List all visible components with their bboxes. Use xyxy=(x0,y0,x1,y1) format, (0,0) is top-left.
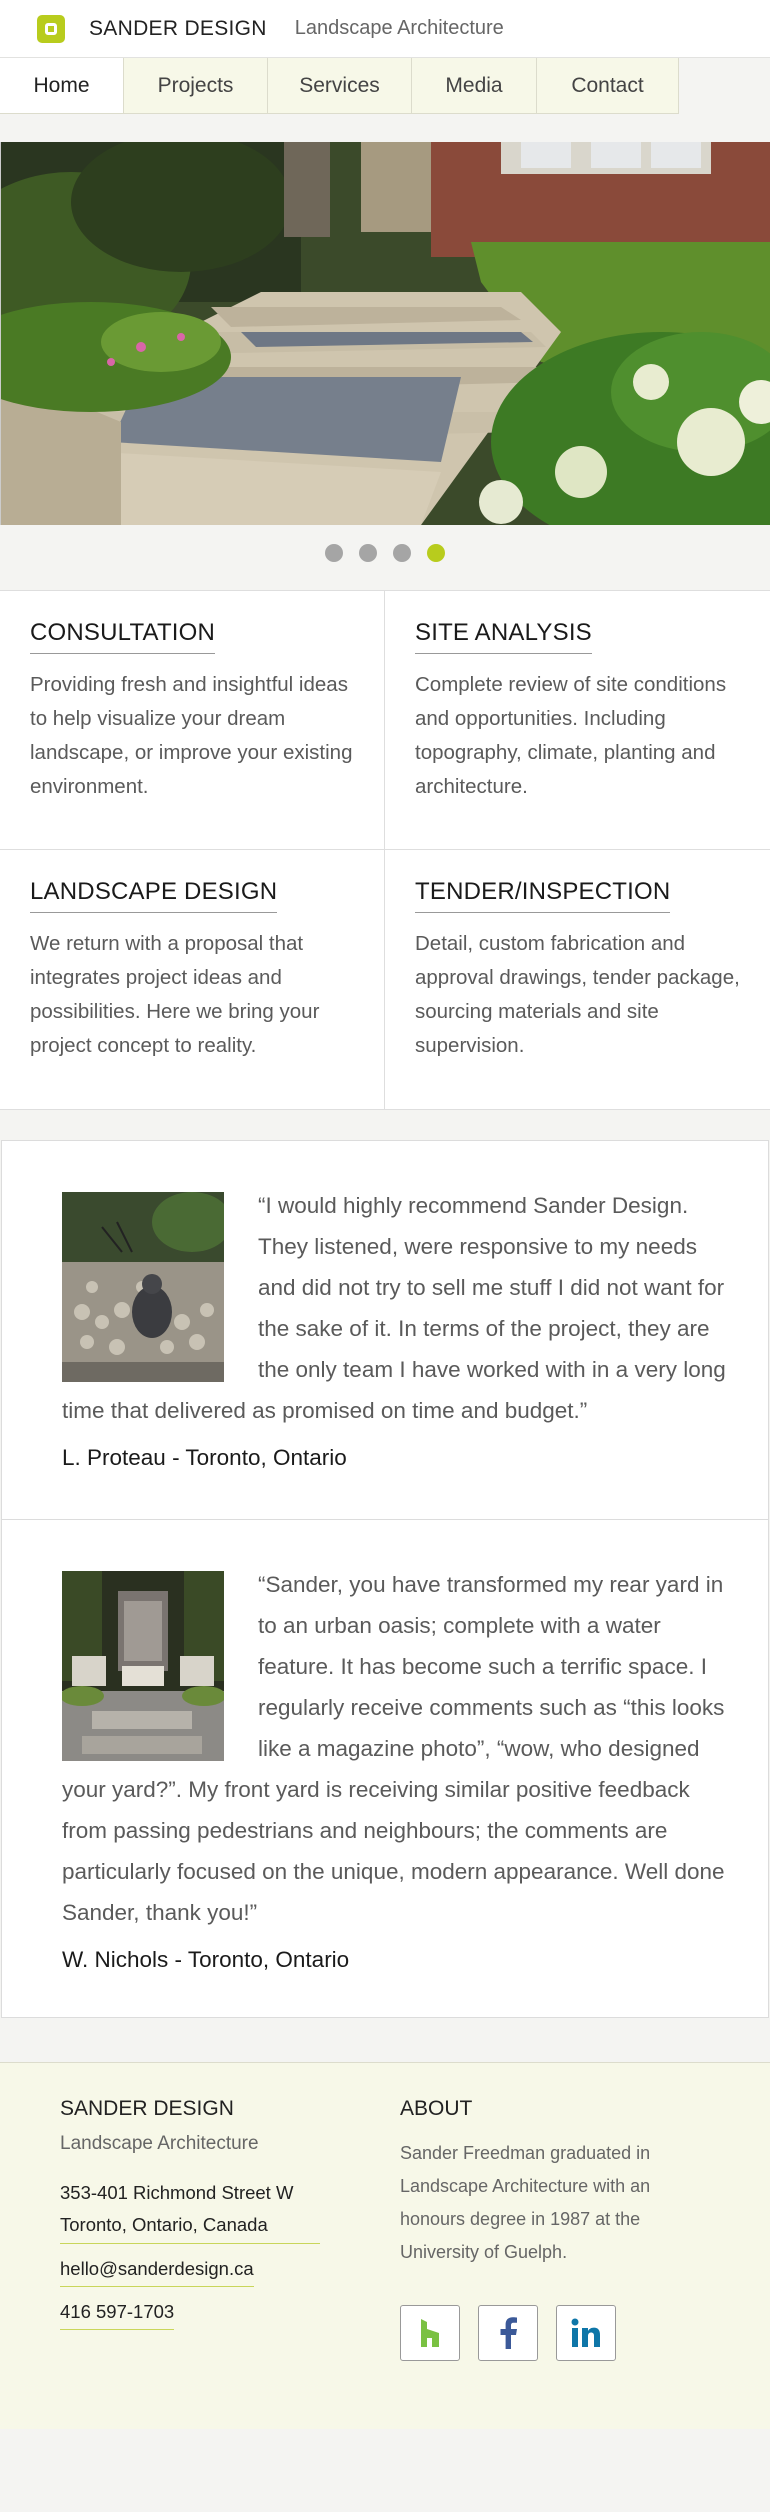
nav-item-projects[interactable]: Projects xyxy=(124,58,268,114)
service-description: Providing fresh and insightful ideas to … xyxy=(30,673,353,798)
footer-contact: SANDER DESIGN Landscape Architecture 353… xyxy=(60,2097,400,2429)
testimonials-section: “I would highly recommend Sander Design.… xyxy=(1,1140,769,2018)
testimonial: “I would highly recommend Sander Design.… xyxy=(2,1141,768,1520)
service-description: Complete review of site conditions and o… xyxy=(415,673,727,798)
slider-dot-3[interactable] xyxy=(393,543,411,562)
footer-brand-name: SANDER DESIGN xyxy=(60,2097,234,2120)
facebook-icon xyxy=(500,2317,517,2349)
service-title: CONSULTATION xyxy=(30,619,216,654)
testimonial-author: L. Proteau - Toronto, Ontario xyxy=(62,1445,347,1470)
service-title: SITE ANALYSIS xyxy=(415,619,592,654)
footer-brand-tagline: Landscape Architecture xyxy=(60,2133,259,2154)
phone-link[interactable]: 416 597-1703 xyxy=(60,2301,175,2330)
about-text: Sander Freedman graduated in Landscape A… xyxy=(400,2143,651,2262)
service-title: LANDSCAPE DESIGN xyxy=(30,878,278,913)
email-link[interactable]: hello@sanderdesign.ca xyxy=(60,2258,254,2287)
testimonial-photo xyxy=(62,1192,224,1382)
services-grid: CONSULTATION Providing fresh and insight… xyxy=(0,590,770,1110)
hero-slide-image[interactable] xyxy=(0,142,770,525)
footer-address[interactable]: 353-401 Richmond Street W Toronto, Ontar… xyxy=(60,2177,320,2244)
address-line-1: 353-401 Richmond Street W xyxy=(60,2182,294,2203)
linkedin-link[interactable] xyxy=(556,2305,616,2361)
logo-icon[interactable] xyxy=(37,14,65,43)
linkedin-icon xyxy=(571,2318,600,2347)
service-card: SITE ANALYSIS Complete review of site co… xyxy=(385,591,770,850)
service-card: CONSULTATION Providing fresh and insight… xyxy=(0,591,385,850)
slider-pagination xyxy=(0,525,770,580)
service-description: We return with a proposal that integrate… xyxy=(30,932,320,1057)
site-header: SANDER DESIGN Landscape Architecture xyxy=(0,0,770,58)
address-line-2: Toronto, Ontario, Canada xyxy=(60,2214,268,2235)
service-title: TENDER/INSPECTION xyxy=(415,878,671,913)
nav-item-home[interactable]: Home xyxy=(0,58,124,114)
brand-tagline: Landscape Architecture xyxy=(294,17,504,39)
main-nav: Home Projects Services Media Contact xyxy=(0,58,770,114)
service-description: Detail, custom fabrication and approval … xyxy=(415,932,740,1057)
service-card: LANDSCAPE DESIGN We return with a propos… xyxy=(0,850,385,1109)
slider-dot-1[interactable] xyxy=(325,543,343,562)
social-links xyxy=(400,2305,700,2361)
service-card: TENDER/INSPECTION Detail, custom fabrica… xyxy=(385,850,770,1109)
brand-name[interactable]: SANDER DESIGN xyxy=(89,17,267,41)
nav-item-contact[interactable]: Contact xyxy=(537,58,679,114)
slider-dot-4[interactable] xyxy=(427,543,445,562)
testimonial: “Sander, you have transformed my rear ya… xyxy=(2,1520,768,2017)
facebook-link[interactable] xyxy=(478,2305,538,2361)
testimonial-photo xyxy=(62,1571,224,1761)
footer-about: ABOUT Sander Freedman graduated in Lands… xyxy=(400,2097,700,2429)
nav-item-services[interactable]: Services xyxy=(268,58,412,114)
houzz-icon xyxy=(421,2319,439,2347)
about-title: ABOUT xyxy=(400,2097,473,2120)
houzz-link[interactable] xyxy=(400,2305,460,2361)
slider-dot-2[interactable] xyxy=(359,543,377,562)
testimonial-author: W. Nichols - Toronto, Ontario xyxy=(62,1947,350,1972)
site-footer: SANDER DESIGN Landscape Architecture 353… xyxy=(0,2062,770,2429)
nav-item-media[interactable]: Media xyxy=(412,58,537,114)
